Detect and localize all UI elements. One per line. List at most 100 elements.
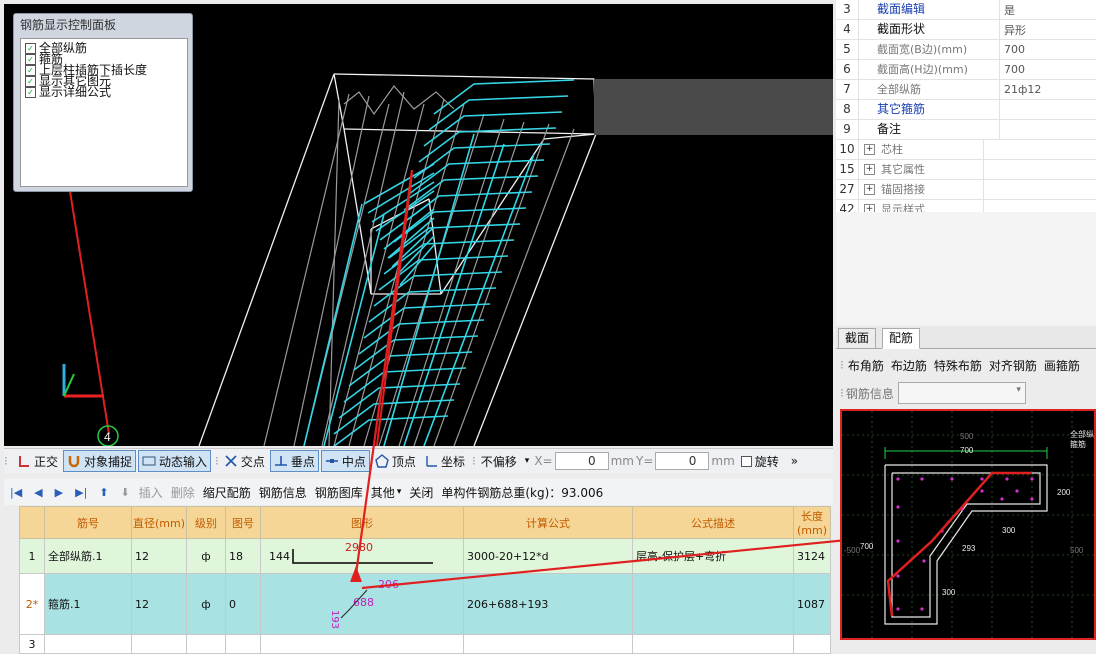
property-value[interactable]: 是 (1000, 2, 1015, 18)
x-input[interactable]: 0 (554, 452, 609, 470)
last-record-icon[interactable]: ▶| (75, 486, 87, 499)
rebar-info-row: ⁝ 钢筋信息 ▾ (836, 381, 1096, 405)
property-name: + 芯柱 (859, 140, 984, 159)
scale-rebar-button[interactable]: 缩尺配筋 (200, 482, 254, 502)
checkbox-icon[interactable]: ✓ (25, 76, 36, 87)
property-row[interactable]: 7 全部纵筋 21ф12 (836, 80, 1096, 100)
property-row[interactable]: 4 截面形状 异形 (836, 20, 1096, 40)
dynamic-input-icon (142, 456, 156, 466)
rebar-info-label: 钢筋信息 (845, 386, 894, 401)
rotate-checkbox[interactable] (740, 455, 752, 467)
rebar-dot (896, 574, 900, 578)
intersection-button[interactable]: 交点 (221, 451, 268, 471)
delete-button[interactable]: 删除 (168, 482, 198, 502)
svg-text:300: 300 (1002, 526, 1016, 535)
checkbox-icon[interactable]: ✓ (25, 54, 36, 65)
control-panel-title: 钢筋显示控制面板 (20, 18, 117, 32)
rebar-dot (896, 477, 900, 481)
shape-cell[interactable]: 206 688 193 (260, 573, 464, 635)
dynamic-input-button[interactable]: 动态输入 (138, 450, 212, 472)
object-snap-button[interactable]: 对象捕捉 (63, 450, 137, 472)
prev-record-icon[interactable]: ◀ (34, 486, 42, 499)
property-name: 备注 (859, 120, 1000, 139)
property-row[interactable]: 27 + 锚固搭接 (836, 180, 1096, 200)
move-up-icon[interactable]: ⬆ (99, 486, 108, 499)
move-down-icon[interactable]: ⬇ (121, 486, 130, 499)
close-button[interactable]: 关闭 (406, 482, 436, 502)
property-index: 27 (836, 180, 859, 199)
property-name: 全部纵筋 (859, 80, 1000, 99)
stirrup-highlight (886, 471, 1032, 617)
intersection-icon (225, 455, 237, 467)
rebar-table: 筋号 直径(mm) 级别 图号 图形 计算公式 公式描述 长度(mm) 1 全部… (19, 506, 831, 654)
property-row[interactable]: 8 其它箍筋 (836, 100, 1096, 120)
overflow-chevron-icon[interactable]: » (791, 454, 798, 468)
next-record-icon[interactable]: ▶ (55, 486, 63, 499)
tab-section[interactable]: 截面 (838, 328, 877, 349)
ortho-button[interactable]: 正交 (14, 451, 61, 471)
coordinate-button[interactable]: 坐标 (421, 451, 468, 471)
checkbox-icon[interactable]: ✓ (25, 43, 36, 54)
midpoint-button[interactable]: 中点 (320, 450, 370, 472)
3d-viewport[interactable]: 4 钢筋显示控制面板 ✓ 全部纵筋 ✓ 箍筋 ✓ 上层柱插筋下插长度 ✓ 显示其它图元 … (4, 4, 833, 446)
rebar-info-button[interactable]: 钢筋信息 (256, 482, 310, 502)
property-row[interactable]: 10 + 芯柱 (836, 140, 1096, 160)
property-name: + 锚固搭接 (859, 180, 984, 199)
expand-icon[interactable]: + (864, 144, 875, 155)
special-rebar-button[interactable]: 特殊布筋 (934, 357, 982, 374)
offset-dropdown[interactable]: 不偏移 ▾ (478, 451, 533, 471)
section-editor-canvas[interactable]: 500 700 200 300 293 700 300 -500 500 全部纵… (840, 409, 1096, 640)
checkbox-row[interactable]: ✓ 显示详细公式 (25, 86, 187, 98)
property-row[interactable]: 15 + 其它属性 (836, 160, 1096, 180)
vertex-button[interactable]: 顶点 (372, 451, 419, 471)
y-input[interactable]: 0 (655, 452, 710, 470)
x-label: X= (534, 454, 553, 468)
property-index: 3 (836, 0, 859, 19)
property-value[interactable]: 700 (1000, 63, 1025, 76)
other-dropdown[interactable]: 其他 ▾ (368, 482, 405, 502)
section-tabs: 截面 配筋 (836, 326, 1096, 349)
property-row[interactable]: 5 截面宽(B边)(mm) 700 (836, 40, 1096, 60)
property-row[interactable]: 3 截面编辑是 (836, 0, 1096, 20)
table-row[interactable]: 1 全部纵筋.1 12 ф 18 144 2980 3000-20+12*d 层… (19, 538, 831, 574)
expand-icon[interactable]: + (864, 184, 875, 195)
insert-button[interactable]: 插入 (136, 482, 166, 502)
svg-text:-500: -500 (844, 546, 861, 555)
edge-rebar-button[interactable]: 布边筋 (891, 357, 927, 374)
rebar-dot (896, 539, 900, 543)
rebar-dot (896, 505, 900, 509)
table-row[interactable]: 2* 箍筋.1 12 ф 0 206 688 193 206+688+193 1… (19, 573, 831, 635)
snap-toolbar: ⁝ 正交 对象捕捉 动态输入 ⁝ 交点 垂点 中点 顶点 坐标 ⁝ 不偏移 ▾ X… (4, 448, 833, 473)
section-drawing: 500 700 200 300 293 700 300 -500 500 全部纵… (842, 411, 1094, 638)
shape-cell[interactable]: 144 2980 (260, 538, 464, 574)
table-row[interactable]: 3 (19, 634, 831, 654)
property-index: 10 (836, 140, 859, 159)
table-header: 筋号 直径(mm) 级别 图号 图形 计算公式 公式描述 长度(mm) (19, 506, 831, 539)
svg-text:700: 700 (960, 446, 974, 455)
property-index: 9 (836, 120, 859, 139)
rebar-display-control-panel: 钢筋显示控制面板 ✓ 全部纵筋 ✓ 箍筋 ✓ 上层柱插筋下插长度 ✓ 显示其它图元 ✓ 显… (13, 13, 193, 192)
perpendicular-button[interactable]: 垂点 (269, 450, 319, 472)
property-row[interactable]: 9 备注 (836, 120, 1096, 140)
tab-rebar[interactable]: 配筋 (882, 328, 921, 349)
property-value[interactable]: 21ф12 (1000, 83, 1041, 96)
svg-text:700: 700 (860, 542, 874, 551)
property-value[interactable]: 异形 (1000, 22, 1026, 38)
property-index: 6 (836, 60, 859, 79)
draw-stirrup-button[interactable]: 画箍筋 (1044, 357, 1080, 374)
expand-icon[interactable]: + (864, 164, 875, 175)
first-record-icon[interactable]: |◀ (10, 486, 22, 499)
corner-rebar-button[interactable]: 布角筋 (848, 357, 884, 374)
rebar-info-select[interactable]: ▾ (897, 382, 1026, 404)
checkbox-icon[interactable]: ✓ (25, 87, 36, 98)
properties-blank (836, 212, 1096, 326)
property-row[interactable]: 6 截面高(H边)(mm) 700 (836, 60, 1096, 80)
checkbox-icon[interactable]: ✓ (25, 65, 36, 76)
rebar-dot (1015, 489, 1019, 493)
rebar-library-button[interactable]: 钢筋图库 (312, 482, 366, 502)
rebar-dot (922, 559, 926, 563)
property-value[interactable]: 700 (1000, 43, 1025, 56)
svg-text:500: 500 (960, 432, 974, 441)
rotate-label: 旋转 (754, 454, 779, 469)
align-rebar-button[interactable]: 对齐钢筋 (989, 357, 1037, 374)
